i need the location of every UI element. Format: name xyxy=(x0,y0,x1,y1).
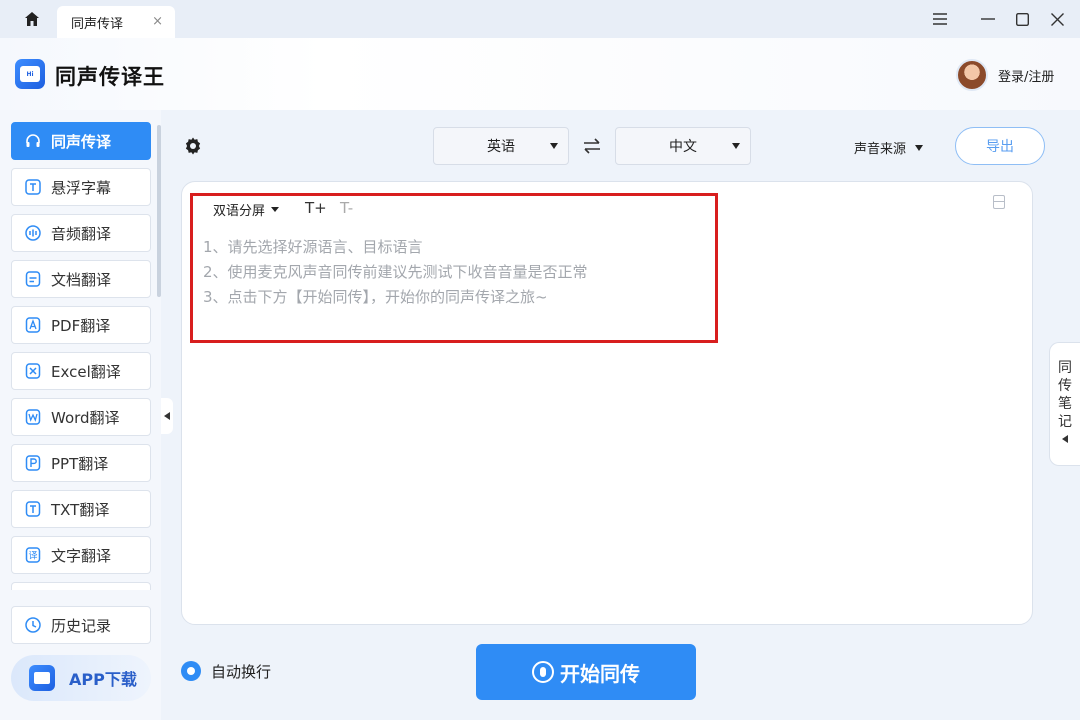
sidebar-item-simultaneous[interactable]: 同声传译 xyxy=(11,122,151,160)
maximize-icon[interactable] xyxy=(1011,8,1033,30)
tab-title: 同声传译 xyxy=(71,16,124,32)
sidebar-item-label: 历史记录 xyxy=(51,616,112,635)
ppt-icon xyxy=(24,455,41,472)
sidebar-item-label: 悬浮字幕 xyxy=(51,178,112,197)
target-language-select[interactable]: 中文 xyxy=(615,127,751,165)
title-bar: 同声传译 × xyxy=(0,0,1080,38)
sound-source-label: 声音来源 xyxy=(854,142,907,157)
start-interpretation-button[interactable]: 开始同传 xyxy=(476,644,696,700)
app-download-button[interactable]: APP下载 xyxy=(11,655,151,701)
notes-side-tab[interactable]: 同 传 笔 记 xyxy=(1049,342,1080,466)
sidebar-item-document-translate[interactable]: 文档翻译 xyxy=(11,260,151,298)
notes-tab-char: 笔 xyxy=(1058,396,1072,412)
sidebar-item-label: PPT翻译 xyxy=(51,454,109,473)
chevron-down-icon xyxy=(915,144,924,151)
text-frame-icon xyxy=(24,179,41,196)
sidebar-item-label: PDF翻译 xyxy=(51,316,111,335)
app-logo-icon xyxy=(29,665,55,691)
target-language-value: 中文 xyxy=(669,139,697,155)
caret-left-icon xyxy=(164,412,170,420)
sidebar-item-label: Excel翻译 xyxy=(51,362,121,381)
tab-close-icon[interactable]: × xyxy=(152,14,163,29)
login-link[interactable]: 登录/注册 xyxy=(998,66,1054,85)
sidebar-item-label: 文档翻译 xyxy=(51,270,112,289)
sidebar-item-word-translate[interactable]: Word翻译 xyxy=(11,398,151,436)
notes-tab-char: 记 xyxy=(1058,414,1072,430)
caret-left-icon xyxy=(1062,435,1068,443)
sidebar-item-label: 同声传译 xyxy=(51,132,112,151)
sidebar-item-ppt-translate[interactable]: PPT翻译 xyxy=(11,444,151,482)
sidebar-scrollbar[interactable] xyxy=(157,125,161,297)
app-header: Hi 同声传译王 登录/注册 xyxy=(0,38,1080,110)
home-icon[interactable] xyxy=(22,9,42,29)
swap-languages-icon[interactable] xyxy=(582,136,602,156)
gear-icon[interactable] xyxy=(183,136,203,156)
microphone-icon xyxy=(532,661,554,683)
source-language-select[interactable]: 英语 xyxy=(433,127,569,165)
collapse-sidebar-button[interactable] xyxy=(161,398,173,434)
tab-simultaneous-interpretation[interactable]: 同声传译 × xyxy=(57,6,175,38)
notes-tab-char: 同 xyxy=(1058,360,1072,376)
auto-wrap-label[interactable]: 自动换行 xyxy=(211,661,271,682)
sidebar-item-text-translate[interactable]: 译 文字翻译 xyxy=(11,536,151,574)
app-download-label: APP下载 xyxy=(69,670,137,689)
app-logo: Hi xyxy=(15,59,45,89)
auto-wrap-radio[interactable] xyxy=(181,661,201,681)
menu-icon[interactable] xyxy=(929,8,951,30)
sidebar-item-pdf-translate[interactable]: PDF翻译 xyxy=(11,306,151,344)
export-button[interactable]: 导出 xyxy=(955,127,1045,165)
txt-icon xyxy=(24,501,41,518)
clock-icon xyxy=(24,617,41,634)
sound-source-dropdown[interactable]: 声音来源 xyxy=(854,138,924,157)
svg-text:译: 译 xyxy=(28,551,37,562)
avatar[interactable] xyxy=(956,59,988,91)
sidebar-item-partial xyxy=(11,582,151,590)
minimize-icon[interactable] xyxy=(977,8,999,30)
sidebar-item-history[interactable]: 历史记录 xyxy=(11,606,151,644)
document-icon xyxy=(24,271,41,288)
pdf-icon xyxy=(24,317,41,334)
app-title: 同声传译王 xyxy=(55,65,165,89)
word-icon xyxy=(24,409,41,426)
chevron-down-icon xyxy=(550,143,558,149)
chevron-down-icon xyxy=(732,143,740,149)
close-icon[interactable] xyxy=(1046,8,1068,30)
highlight-box xyxy=(190,193,718,343)
translate-char-icon: 译 xyxy=(24,547,41,564)
audio-wave-icon xyxy=(24,225,41,242)
sidebar-item-audio-translate[interactable]: 音频翻译 xyxy=(11,214,151,252)
source-language-value: 英语 xyxy=(487,139,515,155)
sidebar-item-floating-subtitles[interactable]: 悬浮字幕 xyxy=(11,168,151,206)
headphones-icon xyxy=(24,133,41,150)
sidebar-item-label: 音频翻译 xyxy=(51,224,112,243)
sidebar-item-excel-translate[interactable]: Excel翻译 xyxy=(11,352,151,390)
excel-icon xyxy=(24,363,41,380)
start-label: 开始同传 xyxy=(560,661,640,686)
sidebar-item-label: Word翻译 xyxy=(51,408,120,427)
sidebar-item-label: TXT翻译 xyxy=(51,500,110,519)
split-view-icon[interactable] xyxy=(993,195,1005,209)
sidebar-item-label: 文字翻译 xyxy=(51,546,112,565)
sidebar-item-txt-translate[interactable]: TXT翻译 xyxy=(11,490,151,528)
notes-tab-char: 传 xyxy=(1058,378,1072,394)
